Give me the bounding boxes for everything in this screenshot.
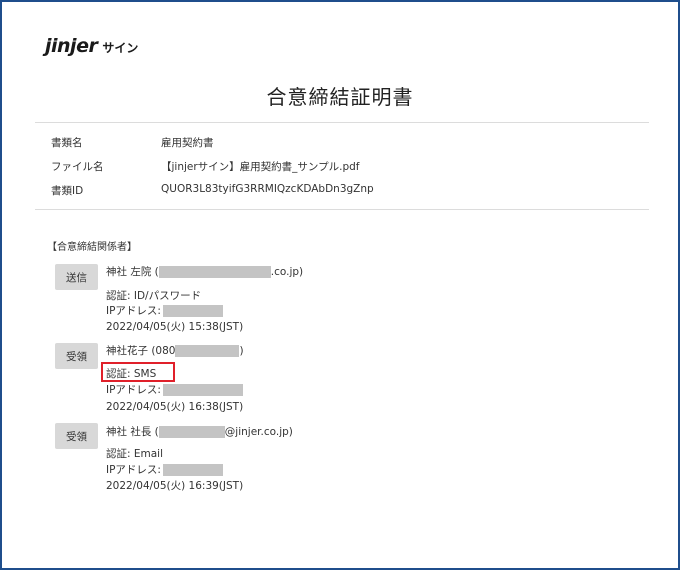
party-3-datetime: 2022/04/05(火) 16:39(JST) <box>106 480 244 492</box>
party-3-ip-label: IPアドレス: <box>106 464 161 476</box>
party-1-name-prefix: 神社 左院 ( <box>106 266 159 278</box>
meta-label-document-id: 書類ID <box>51 185 84 197</box>
redacted-block <box>162 464 223 476</box>
meta-value-document-name: 雇用契約書 <box>161 137 214 149</box>
divider-middle <box>35 209 649 210</box>
party-1-name-suffix: .co.jp) <box>270 266 304 278</box>
divider-top <box>35 122 649 123</box>
party-3-name-prefix: 神社 社長 ( <box>106 426 159 438</box>
parties-heading: 【合意締結関係者】 <box>47 242 137 253</box>
meta-value-file-name: 【jinjerサイン】雇用契約書_サンプル.pdf <box>161 161 360 173</box>
party-3-name: 神社 社長 ( @jinjer.co.jp) <box>106 424 293 439</box>
party-1-name: 神社 左院 ( .co.jp) <box>106 264 303 279</box>
party-2-ip: IPアドレス: <box>106 382 243 397</box>
party-1-ip-label: IPアドレス: <box>106 305 161 317</box>
party-2-name-suffix: ) <box>239 345 244 357</box>
party-2-name-prefix: 神社花子 (080 <box>106 345 176 357</box>
redacted-block <box>158 426 225 438</box>
party-1-auth: 認証: ID/パスワード <box>106 290 202 302</box>
redacted-block <box>175 345 240 357</box>
meta-label-file-name: ファイル名 <box>51 161 104 173</box>
party-3-name-suffix: @jinjer.co.jp) <box>224 426 293 438</box>
role-badge-receive: 受領 <box>55 343 98 369</box>
jinjer-sign-logo: jinjer サイン <box>45 35 138 57</box>
party-2-name: 神社花子 (080) <box>106 343 244 358</box>
party-1-ip: IPアドレス: <box>106 303 223 318</box>
party-3-auth: 認証: Email <box>106 448 164 460</box>
certificate-frame: jinjer サイン 合意締結証明書 書類名 雇用契約書 ファイル名 【jinj… <box>0 0 680 570</box>
party-1-datetime: 2022/04/05(火) 15:38(JST) <box>106 321 244 333</box>
party-3-ip: IPアドレス: <box>106 462 223 477</box>
role-badge-send: 送信 <box>55 264 98 290</box>
role-badge-receive: 受領 <box>55 423 98 449</box>
redacted-block <box>158 266 271 278</box>
party-2-ip-label: IPアドレス: <box>106 384 161 396</box>
logo-mark: jinjer <box>45 35 98 57</box>
meta-label-document-name: 書類名 <box>51 137 83 149</box>
redacted-block <box>162 305 223 317</box>
logo-sub: サイン <box>102 41 139 55</box>
redacted-block <box>162 384 243 396</box>
meta-value-document-id: QUOR3L83tyifG3RRMIQzcKDAbDn3gZnp <box>161 183 374 195</box>
party-2-datetime: 2022/04/05(火) 16:38(JST) <box>106 401 244 413</box>
page-title: 合意締結証明書 <box>266 85 414 109</box>
sms-highlight-box <box>101 362 175 382</box>
